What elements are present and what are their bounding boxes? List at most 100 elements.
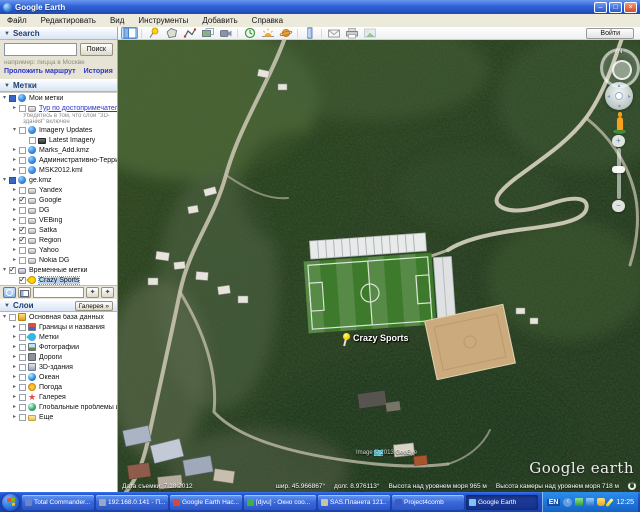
checkbox[interactable] — [19, 157, 26, 164]
sign-in-button[interactable]: Войти — [586, 28, 634, 39]
places-panel-header[interactable]: ▼ Метки — [0, 79, 117, 92]
search-panel-header[interactable]: ▼ Search — [0, 27, 117, 40]
menu-help[interactable]: Справка — [245, 16, 290, 25]
sidebar-toggle-button[interactable] — [121, 27, 138, 39]
places-item-region[interactable]: Region — [0, 235, 117, 245]
placemark-crazy-sports[interactable]: Crazy Sports — [342, 333, 409, 346]
places-item-nokia-dg[interactable]: Nokia DG — [0, 255, 117, 265]
taskbar-clock[interactable]: 12:25 — [616, 499, 634, 506]
add-path-button[interactable] — [181, 27, 198, 39]
places-item-crazy-sports[interactable]: Crazy Sports — [0, 275, 117, 285]
places-item-temporary-places[interactable]: Временные метки — [0, 265, 117, 275]
street-view-pegman[interactable] — [613, 112, 626, 134]
places-item-vebing[interactable]: VEBing — [0, 215, 117, 225]
checkbox[interactable] — [19, 207, 26, 214]
ruler-button[interactable] — [301, 27, 318, 39]
close-button[interactable]: × — [624, 2, 637, 13]
checkbox[interactable] — [19, 257, 26, 264]
sunlight-button[interactable] — [259, 27, 276, 39]
add-image-overlay-button[interactable] — [199, 27, 216, 39]
places-item-marks-add[interactable]: Marks_Add.kmz — [0, 145, 117, 155]
checkbox[interactable] — [19, 414, 26, 421]
layer-item-borders[interactable]: Границы и названия — [0, 322, 117, 332]
add-placemark-button[interactable] — [145, 27, 162, 39]
places-item-msk2012[interactable]: MSK2012.kml — [0, 165, 117, 175]
places-item-satka[interactable]: Satka — [0, 225, 117, 235]
menu-edit[interactable]: Редактировать — [34, 16, 103, 25]
menu-view[interactable]: Вид — [103, 16, 131, 25]
zoom-slider-track[interactable] — [617, 148, 621, 199]
checkbox[interactable] — [19, 197, 26, 204]
menu-tools[interactable]: Инструменты — [131, 16, 195, 25]
item-label[interactable]: Тур по достопримечательност — [39, 105, 117, 112]
layer-item-ocean[interactable]: Океан — [0, 372, 117, 382]
layer-item-3d-buildings[interactable]: 3D-здания — [0, 362, 117, 372]
move-joystick[interactable]: ▲ ▲ ▲ ▲ — [605, 82, 633, 110]
zoom-out-button[interactable]: − — [612, 200, 625, 212]
maximize-button[interactable]: □ — [609, 2, 622, 13]
checkbox[interactable] — [19, 394, 26, 401]
map-viewport[interactable]: Crazy Sports N ▲ ▲ ▲ ▲ + − Image © 2013 … — [118, 40, 640, 492]
history-link[interactable]: История — [84, 68, 113, 75]
checkbox[interactable] — [19, 217, 26, 224]
record-tour-button[interactable] — [217, 27, 234, 39]
taskbar-button-project4comb[interactable]: Project4comb — [392, 495, 464, 510]
checkbox[interactable] — [9, 267, 16, 274]
layer-item-photos[interactable]: Фотографии — [0, 342, 117, 352]
layer-item-gallery[interactable]: Галерея — [0, 392, 117, 402]
checkbox[interactable] — [19, 374, 26, 381]
layer-item-primary-database[interactable]: Основная база данных — [0, 312, 117, 322]
zoom-in-button[interactable]: + — [612, 135, 625, 147]
search-button[interactable]: Поиск — [80, 43, 113, 56]
taskbar-button-sas-planet[interactable]: SAS.Планета 121... — [318, 495, 390, 510]
layer-item-weather[interactable]: Погода — [0, 382, 117, 392]
overview-button[interactable] — [18, 287, 31, 298]
get-directions-link[interactable]: Проложить маршрут — [4, 68, 76, 75]
earth-gallery-button[interactable]: Галерея » — [75, 301, 113, 311]
hidden-icons-chevron[interactable] — [563, 498, 572, 507]
layer-item-roads[interactable]: Дороги — [0, 352, 117, 362]
minimize-button[interactable]: – — [594, 2, 607, 13]
taskbar-button-total-commander[interactable]: Total Commander... — [22, 495, 94, 510]
tray-green-app-icon[interactable] — [575, 498, 583, 506]
places-item-yahoo[interactable]: Yahoo — [0, 245, 117, 255]
save-image-button[interactable] — [361, 27, 378, 39]
checkbox[interactable] — [9, 95, 16, 102]
checkbox[interactable] — [19, 167, 26, 174]
next-result-button[interactable] — [101, 287, 114, 298]
checkbox[interactable] — [19, 187, 26, 194]
language-indicator[interactable]: EN — [547, 499, 561, 506]
tray-shield-icon[interactable] — [597, 498, 605, 506]
yellow-pushpin-icon[interactable] — [342, 333, 350, 346]
add-polygon-button[interactable] — [163, 27, 180, 39]
checkbox[interactable] — [19, 324, 26, 331]
prev-result-button[interactable] — [86, 287, 99, 298]
checkbox[interactable] — [29, 137, 36, 144]
print-button[interactable] — [343, 27, 360, 39]
checkbox[interactable] — [19, 227, 26, 234]
planets-button[interactable] — [277, 27, 294, 39]
checkbox[interactable] — [19, 127, 26, 134]
search-input[interactable] — [4, 43, 77, 56]
checkbox[interactable] — [19, 247, 26, 254]
checkbox[interactable] — [19, 277, 26, 284]
checkbox[interactable] — [9, 314, 16, 321]
places-item-google[interactable]: Google — [0, 195, 117, 205]
checkbox[interactable] — [19, 344, 26, 351]
places-item-dg[interactable]: DG — [0, 205, 117, 215]
layer-item-global-awareness[interactable]: Глобальные проблемы и ис... — [0, 402, 117, 412]
layer-item-more[interactable]: Еще — [0, 412, 117, 422]
checkbox[interactable] — [9, 177, 16, 184]
menu-file[interactable]: Файл — [0, 16, 34, 25]
places-filter-input[interactable] — [33, 287, 84, 298]
taskbar-button-djvu[interactable]: [djvu] - Окно соо... — [244, 495, 316, 510]
places-item-latest-imagery[interactable]: Latest Imagery — [0, 135, 117, 145]
tray-blue-app-icon[interactable] — [586, 498, 594, 506]
places-item-admin-territory[interactable]: Административно-Террито... — [0, 155, 117, 165]
taskbar-button-ge-settings[interactable]: Google Earth Нас... — [170, 495, 242, 510]
checkbox[interactable] — [19, 147, 26, 154]
taskbar-button-remote[interactable]: 192.168.0.141 - П... — [96, 495, 168, 510]
zoom-slider-handle[interactable] — [612, 166, 625, 173]
menu-add[interactable]: Добавить — [195, 16, 244, 25]
historical-imagery-button[interactable] — [241, 27, 258, 39]
